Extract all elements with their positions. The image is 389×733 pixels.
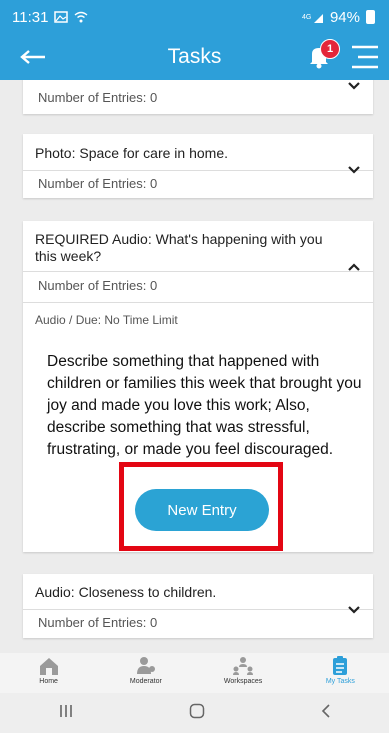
task-description: Describe something that happened with ch… (47, 353, 362, 458)
back-system-button[interactable] (320, 703, 332, 724)
tasks-icon (333, 656, 348, 675)
entries-count: Number of Entries: 0 (38, 90, 158, 105)
nav-label: Home (39, 678, 58, 685)
signal-icon: 4G (302, 14, 323, 23)
workspaces-icon (233, 657, 254, 675)
entries-count: Number of Entries: 0 (38, 278, 158, 293)
back-chevron-icon (321, 703, 330, 718)
task-title: Photo: Space for care in home. (35, 145, 228, 161)
recent-apps-button[interactable] (58, 704, 74, 723)
svg-text:4G: 4G (302, 14, 311, 21)
task-card-expanded[interactable]: REQUIRED Audio: What's happening with yo… (23, 221, 373, 552)
chevron-down-icon[interactable] (347, 162, 361, 174)
nav-label: Workspaces (223, 678, 263, 685)
menu-button[interactable] (350, 43, 380, 71)
system-nav-bar (0, 693, 389, 733)
task-card[interactable]: Photo: Space for care in home. Number of… (23, 134, 373, 198)
task-card[interactable]: Audio: Closeness to children. Number of … (23, 574, 373, 638)
notifications-button[interactable]: 1 (306, 39, 340, 72)
gallery-icon (54, 11, 69, 23)
chevron-down-icon[interactable] (347, 602, 361, 614)
task-card[interactable]: Number of Entries: 0 (23, 80, 373, 114)
battery-icon (366, 10, 375, 24)
moderator-icon (136, 657, 155, 674)
home-circle-icon (189, 703, 204, 718)
entries-count: Number of Entries: 0 (38, 176, 158, 191)
task-title: REQUIRED Audio: What's happening with yo… (35, 231, 323, 264)
recent-apps-icon (59, 704, 72, 717)
bottom-nav: Home Moderator Workspaces My Tasks (0, 653, 389, 693)
entries-count: Number of Entries: 0 (38, 615, 158, 630)
wifi-icon (74, 11, 88, 23)
clock: 11:31 (12, 8, 49, 26)
task-list[interactable]: Number of Entries: 0 Photo: Space for ca… (0, 80, 389, 653)
nav-label: Moderator (129, 678, 162, 685)
highlight-box (119, 462, 283, 551)
app-header: Tasks 1 (0, 34, 389, 80)
status-bar: 11:31 4G 94% (0, 0, 389, 34)
nav-workspaces[interactable]: Workspaces (195, 653, 292, 693)
task-meta: Audio / Due: No Time Limit (35, 313, 178, 327)
hamburger-menu-icon (352, 45, 378, 69)
nav-moderator[interactable]: Moderator (97, 653, 194, 693)
nav-home[interactable]: Home (0, 653, 97, 693)
home-icon (39, 658, 58, 675)
chevron-down-icon[interactable] (347, 80, 361, 90)
nav-my-tasks[interactable]: My Tasks (292, 653, 389, 693)
task-title: Audio: Closeness to children. (35, 584, 217, 600)
home-system-button[interactable] (189, 703, 205, 724)
nav-label: My Tasks (325, 678, 355, 685)
chevron-up-icon[interactable] (347, 259, 361, 271)
battery-level: 94% (329, 8, 360, 26)
notification-badge: 1 (320, 39, 340, 59)
